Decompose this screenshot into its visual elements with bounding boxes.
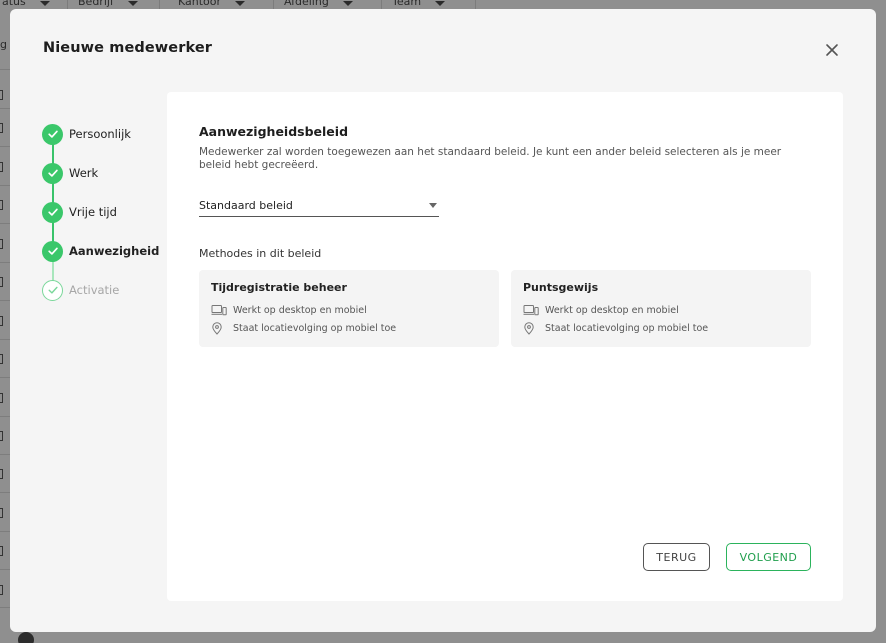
background-row-divider xyxy=(0,69,10,70)
modal-title: Nieuwe medewerker xyxy=(43,40,213,56)
check-icon xyxy=(42,240,63,262)
method-device-line: Werkt op desktop en mobiel xyxy=(523,303,679,317)
filter-label: Team xyxy=(392,0,422,8)
background-row-divider xyxy=(0,262,10,263)
method-location-line: Staat locatievolging op mobiel toe xyxy=(211,321,396,335)
location-pin-icon xyxy=(523,321,539,335)
policy-card: Aanwezigheidsbeleid Medewerker zal worde… xyxy=(167,92,843,601)
method-location-text: Staat locatievolging op mobiel toe xyxy=(545,322,709,334)
background-checkbox xyxy=(0,431,3,441)
method-title: Puntsgewijs xyxy=(523,281,599,294)
background-checkbox xyxy=(0,200,3,210)
caret-down-icon xyxy=(429,203,437,208)
background-row-divider xyxy=(0,569,10,570)
method-card-puntsgewijs: Puntsgewijs Werkt op desktop en mobiel S… xyxy=(511,270,811,347)
location-pin-icon xyxy=(211,321,227,335)
background-row-divider xyxy=(0,108,10,109)
step-label: Vrije tijd xyxy=(69,205,117,219)
filter-label: Afdeling xyxy=(284,0,329,8)
background-row-divider xyxy=(0,416,10,417)
method-title: Tijdregistratie beheer xyxy=(211,281,347,294)
background-checkbox xyxy=(0,123,3,133)
step-activatie[interactable]: Activatie xyxy=(42,279,119,301)
filter-label: Bedrijf xyxy=(78,0,114,8)
background-checkbox xyxy=(0,277,3,287)
step-label: Werk xyxy=(69,166,99,180)
devices-icon xyxy=(523,304,539,317)
close-icon xyxy=(826,44,838,56)
section-description: Medewerker zal worden toegewezen aan het… xyxy=(199,146,782,171)
background-row-divider xyxy=(0,146,10,147)
background-row-divider xyxy=(0,223,10,224)
filter-label: Kantoor xyxy=(178,0,222,8)
check-icon xyxy=(42,123,63,145)
filter-label: atus xyxy=(2,0,26,8)
step-werk[interactable]: Werk xyxy=(42,162,98,184)
background-row-divider xyxy=(0,339,10,340)
filter-team: Team xyxy=(382,0,476,9)
background-row-divider xyxy=(0,185,10,186)
check-icon xyxy=(42,162,63,184)
next-button[interactable]: VOLGEND xyxy=(726,543,811,571)
background-checkbox xyxy=(0,162,3,172)
step-aanwezigheid[interactable]: Aanwezigheid xyxy=(42,240,159,262)
step-label: Persoonlijk xyxy=(69,127,131,141)
section-title: Aanwezigheidsbeleid xyxy=(199,124,349,139)
caret-down-icon xyxy=(435,1,446,6)
background-checkbox xyxy=(0,508,3,518)
method-location-line: Staat locatievolging op mobiel toe xyxy=(523,321,708,335)
policy-select[interactable]: Standaard beleid xyxy=(199,196,439,217)
step-label: Activatie xyxy=(69,283,120,297)
caret-down-icon xyxy=(39,1,50,6)
policy-select-value: Standaard beleid xyxy=(199,199,293,212)
background-row-divider xyxy=(0,300,10,301)
filter-afdeling: Afdeling xyxy=(274,0,382,9)
method-device-text: Werkt op desktop en mobiel xyxy=(233,304,367,316)
step-persoonlijk[interactable]: Persoonlijk xyxy=(42,123,131,145)
filter-bedrijf: Bedrijf xyxy=(68,0,160,9)
close-button[interactable] xyxy=(823,41,841,59)
check-icon xyxy=(42,279,63,301)
method-location-text: Staat locatievolging op mobiel toe xyxy=(233,322,397,334)
step-label: Aanwezigheid xyxy=(69,244,160,258)
filter-kantoor: Kantoor xyxy=(168,0,274,9)
background-row-divider xyxy=(0,531,10,532)
method-device-line: Werkt op desktop en mobiel xyxy=(211,303,367,317)
methods-heading: Methodes in dit beleid xyxy=(199,247,322,260)
background-checkbox xyxy=(0,393,3,403)
background-filter-bar: atus Bedrijf Kantoor Afdeling Team xyxy=(0,0,886,9)
background-row-divider xyxy=(0,492,10,493)
background-checkbox xyxy=(0,239,3,249)
background-checkbox xyxy=(0,316,3,326)
caret-down-icon xyxy=(342,1,353,6)
background-checkbox xyxy=(0,585,3,595)
background-row-divider xyxy=(0,607,10,608)
background-checkbox xyxy=(0,546,3,556)
background-row-divider xyxy=(0,377,10,378)
check-icon xyxy=(42,201,63,223)
wizard-steps: Persoonlijk Werk Vrije tijd Aanwezigheid… xyxy=(42,123,172,313)
devices-icon xyxy=(211,304,227,317)
back-button[interactable]: TERUG xyxy=(643,543,710,571)
new-employee-modal: Nieuwe medewerker Persoonlijk Werk Vrije… xyxy=(10,9,876,632)
method-device-text: Werkt op desktop en mobiel xyxy=(545,304,679,316)
background-checkbox xyxy=(0,354,3,364)
background-checkbox xyxy=(0,469,3,479)
caret-down-icon xyxy=(235,1,246,6)
background-avatar xyxy=(18,632,34,643)
background-row-divider xyxy=(0,454,10,455)
filter-status: atus xyxy=(0,0,68,9)
method-card-tijdregistratie: Tijdregistratie beheer Werkt op desktop … xyxy=(199,270,499,347)
background-text: g xyxy=(0,38,7,51)
step-vrije-tijd[interactable]: Vrije tijd xyxy=(42,201,117,223)
caret-down-icon xyxy=(127,1,138,6)
background-checkbox xyxy=(0,90,3,100)
